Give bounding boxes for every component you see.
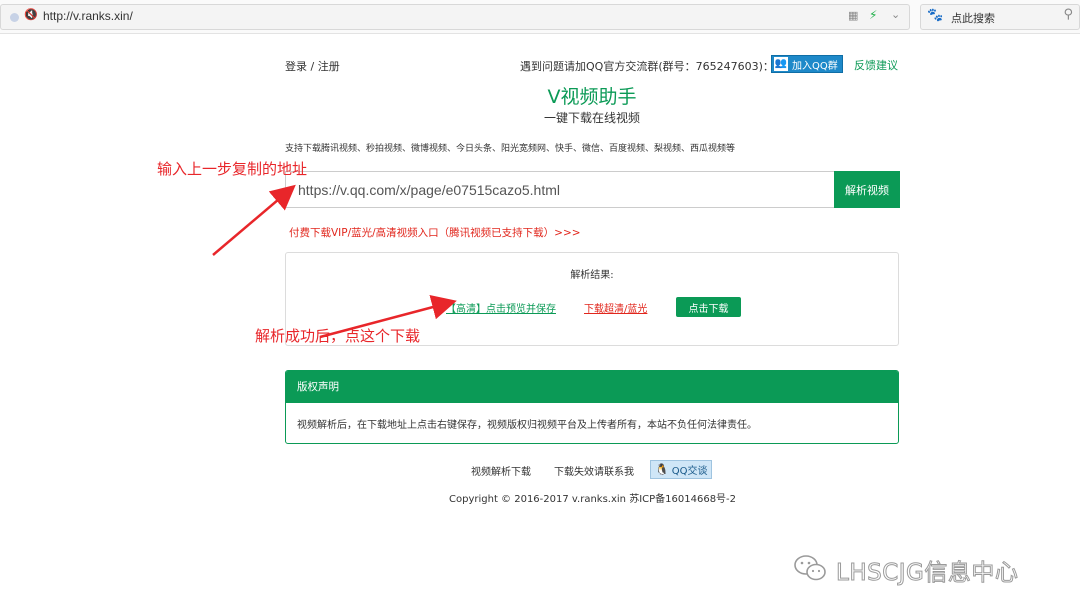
parse-video-button[interactable]: 解析视频 [834, 171, 900, 208]
lightning-icon[interactable]: ⚡ [869, 8, 877, 22]
mute-icon[interactable]: 🔇 [24, 8, 38, 21]
qq-chat-button[interactable]: 🐧 QQ交谈 [650, 460, 712, 479]
search-icon[interactable]: ⚲ [1063, 7, 1073, 22]
hd-preview-link[interactable]: 【高清】点击预览并保存 [446, 300, 556, 315]
chevron-down-icon[interactable]: ⌄ [891, 8, 900, 21]
download-button[interactable]: 点击下载 [676, 297, 741, 317]
video-url-input[interactable] [285, 171, 835, 208]
site-subtitle: 一键下载在线视频 [543, 111, 640, 125]
copyright-heading: 版权声明 [286, 371, 898, 403]
annotation-step-1: 输入上一步复制的地址 [157, 160, 308, 178]
grid-icon[interactable]: ▦ [848, 9, 858, 22]
copyright-panel: 版权声明 视频解析后，在下载地址上点击右键保存，视频版权归视频平台及上传者所有，… [285, 370, 899, 444]
login-register-link[interactable]: 登录 / 注册 [285, 58, 340, 74]
wechat-icon [794, 555, 826, 581]
join-qq-label: 加入QQ群 [792, 60, 838, 72]
vip-download-link[interactable]: 付费下载VIP/蓝光/高清视频入口（腾讯视频已支持下载）>>> [289, 225, 581, 240]
penguin-icon: 🐧 [655, 463, 669, 476]
superhd-download-link[interactable]: 下载超清/蓝光 [584, 300, 647, 315]
join-qq-group-button[interactable]: 👥 加入QQ群 [771, 55, 843, 73]
browser-search-box[interactable]: 🐾 点此搜索 ⚲ [920, 4, 1080, 30]
address-bar[interactable]: 🔇 http://v.ranks.xin/ ▦ ⚡ ⌄ [0, 4, 910, 30]
annotation-step-2: 解析成功后，点这个下载 [255, 327, 421, 345]
qq-group-notice: 遇到问题请加QQ官方交流群(群号：765247603)： [520, 60, 774, 73]
baidu-paw-icon[interactable]: 🐾 [927, 8, 943, 23]
watermark-text: LHSCJG信息中心 [835, 560, 1019, 587]
search-placeholder[interactable]: 点此搜索 [951, 10, 995, 26]
result-title: 解析结果: [570, 270, 614, 281]
footer-link-video-download[interactable]: 视频解析下载 [471, 463, 531, 478]
feedback-link[interactable]: 反馈建议 [854, 57, 898, 73]
copyright-line: Copyright © 2016-2017 v.ranks.xin 苏ICP备1… [449, 494, 737, 505]
site-security-icon [10, 13, 19, 22]
arrow-to-input [212, 184, 296, 256]
address-url[interactable]: http://v.ranks.xin/ [43, 9, 133, 23]
site-title: V视频助手 [547, 86, 637, 108]
browser-toolbar: 🔇 http://v.ranks.xin/ ▦ ⚡ ⌄ 🐾 点此搜索 ⚲ [0, 0, 1080, 34]
footer-link-contact[interactable]: 下载失效请联系我 [554, 463, 634, 478]
group-people-icon: 👥 [774, 57, 788, 71]
qq-chat-label: QQ交谈 [671, 466, 708, 477]
supported-platforms: 支持下载腾讯视频、秒拍视频、微博视频、今日头条、阳光宽频网、快手、微信、百度视频… [285, 144, 736, 154]
copyright-body: 视频解析后，在下载地址上点击右键保存，视频版权归视频平台及上传者所有，本站不负任… [297, 420, 757, 431]
